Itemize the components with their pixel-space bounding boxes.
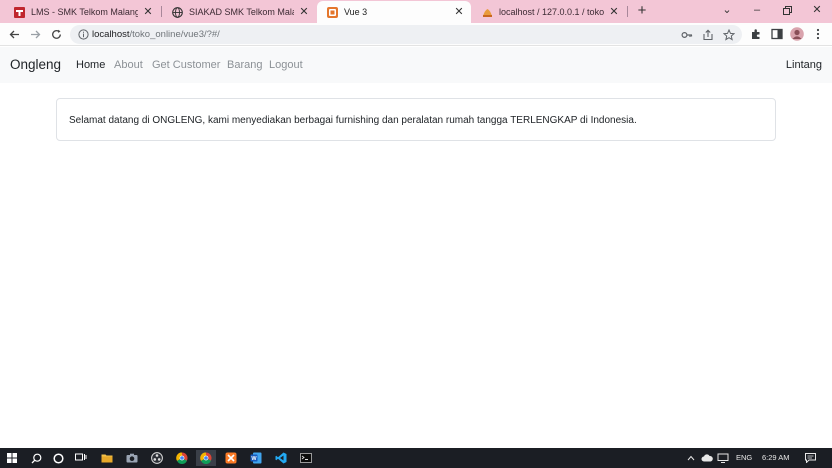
profile-avatar[interactable]	[789, 26, 805, 42]
notification-icon[interactable]	[802, 450, 818, 466]
tab-vue3[interactable]: Vue 3 ✕	[317, 1, 471, 23]
forward-arrow-icon[interactable]	[27, 26, 43, 42]
camera-app-icon[interactable]	[122, 450, 142, 466]
task-view-icon[interactable]	[71, 450, 91, 466]
url-host: localhost	[92, 29, 130, 40]
chrome-running-icon[interactable]	[196, 450, 216, 466]
info-icon[interactable]	[77, 28, 89, 40]
tab-title: SIAKAD SMK Telkom Malang	[189, 7, 294, 17]
tab-search-chevron-icon[interactable]: ⌄	[712, 0, 742, 22]
tab-title: localhost / 127.0.0.1 / toko / use	[499, 7, 604, 17]
back-arrow-icon[interactable]	[6, 26, 22, 42]
language-indicator[interactable]: ENG	[736, 448, 752, 468]
bookmark-star-icon[interactable]	[722, 28, 735, 41]
new-tab-button[interactable]: +	[634, 3, 650, 19]
minimize-button[interactable]: –	[742, 0, 772, 22]
svg-text:W: W	[251, 456, 257, 462]
nav-link-get-customer[interactable]: Get Customer	[152, 47, 220, 83]
tab-title: LMS - SMK Telkom Malang: Log	[31, 7, 138, 17]
url-path: /toko_online/vue3/?#/	[129, 29, 220, 40]
terminal-icon[interactable]	[296, 450, 316, 466]
obs-icon[interactable]	[147, 450, 167, 466]
tab-phpmyadmin[interactable]: localhost / 127.0.0.1 / toko / use ✕	[472, 1, 626, 23]
windows-start-icon[interactable]	[2, 450, 22, 466]
reload-icon[interactable]	[48, 26, 64, 42]
cortana-icon[interactable]	[48, 450, 68, 466]
restore-button[interactable]	[772, 0, 802, 22]
key-icon[interactable]	[680, 28, 693, 41]
phpmyadmin-favicon-icon	[482, 7, 493, 18]
nav-link-barang[interactable]: Barang	[227, 47, 262, 83]
share-icon[interactable]	[701, 28, 714, 41]
file-explorer-icon[interactable]	[97, 450, 117, 466]
close-icon[interactable]: ✕	[298, 6, 310, 18]
address-bar[interactable]: localhost/toko_online/vue3/?#/	[70, 25, 742, 44]
tab-lms[interactable]: LMS - SMK Telkom Malang: Log ✕	[4, 1, 160, 23]
close-icon[interactable]: ✕	[453, 6, 465, 18]
welcome-text: Selamat datang di ONGLENG, kami menyedia…	[69, 115, 637, 126]
clock[interactable]: 6:29 AM	[762, 448, 790, 468]
tab-strip: LMS - SMK Telkom Malang: Log ✕ SIAKAD SM…	[0, 0, 832, 23]
search-icon[interactable]	[26, 450, 46, 466]
xampp-icon[interactable]	[221, 450, 241, 466]
vscode-icon[interactable]	[271, 450, 291, 466]
nav-link-logout[interactable]: Logout	[269, 47, 303, 83]
tab-title: Vue 3	[344, 7, 368, 17]
navbar-brand[interactable]: Ongleng	[10, 47, 61, 83]
url-text[interactable]: localhost/toko_online/vue3/?#/	[92, 25, 220, 44]
taskbar: W ENG 6:29 AM	[0, 448, 832, 468]
kebab-menu-icon[interactable]	[810, 26, 826, 42]
navbar: Ongleng Home About Get Customer Barang L…	[0, 47, 832, 83]
cloud-icon[interactable]	[700, 450, 714, 466]
close-icon[interactable]: ✕	[142, 6, 154, 18]
word-icon[interactable]: W	[246, 450, 266, 466]
close-icon[interactable]: ✕	[608, 6, 620, 18]
browser-toolbar: localhost/toko_online/vue3/?#/	[0, 23, 832, 46]
welcome-card: Selamat datang di ONGLENG, kami menyedia…	[56, 98, 776, 141]
network-icon[interactable]	[716, 450, 730, 466]
extensions-puzzle-icon[interactable]	[748, 26, 764, 42]
side-panel-icon[interactable]	[769, 26, 785, 42]
nav-link-about[interactable]: About	[114, 47, 143, 83]
nav-link-home[interactable]: Home	[76, 47, 105, 83]
chrome-icon[interactable]	[172, 450, 192, 466]
close-window-button[interactable]: ✕	[802, 0, 832, 22]
tab-siakad[interactable]: SIAKAD SMK Telkom Malang ✕	[162, 1, 316, 23]
lms-favicon-icon	[14, 6, 25, 18]
navbar-user[interactable]: Lintang	[786, 47, 822, 83]
vue-favicon-icon	[327, 6, 338, 18]
tray-chevron-up-icon[interactable]	[684, 450, 698, 466]
globe-icon	[172, 6, 183, 18]
